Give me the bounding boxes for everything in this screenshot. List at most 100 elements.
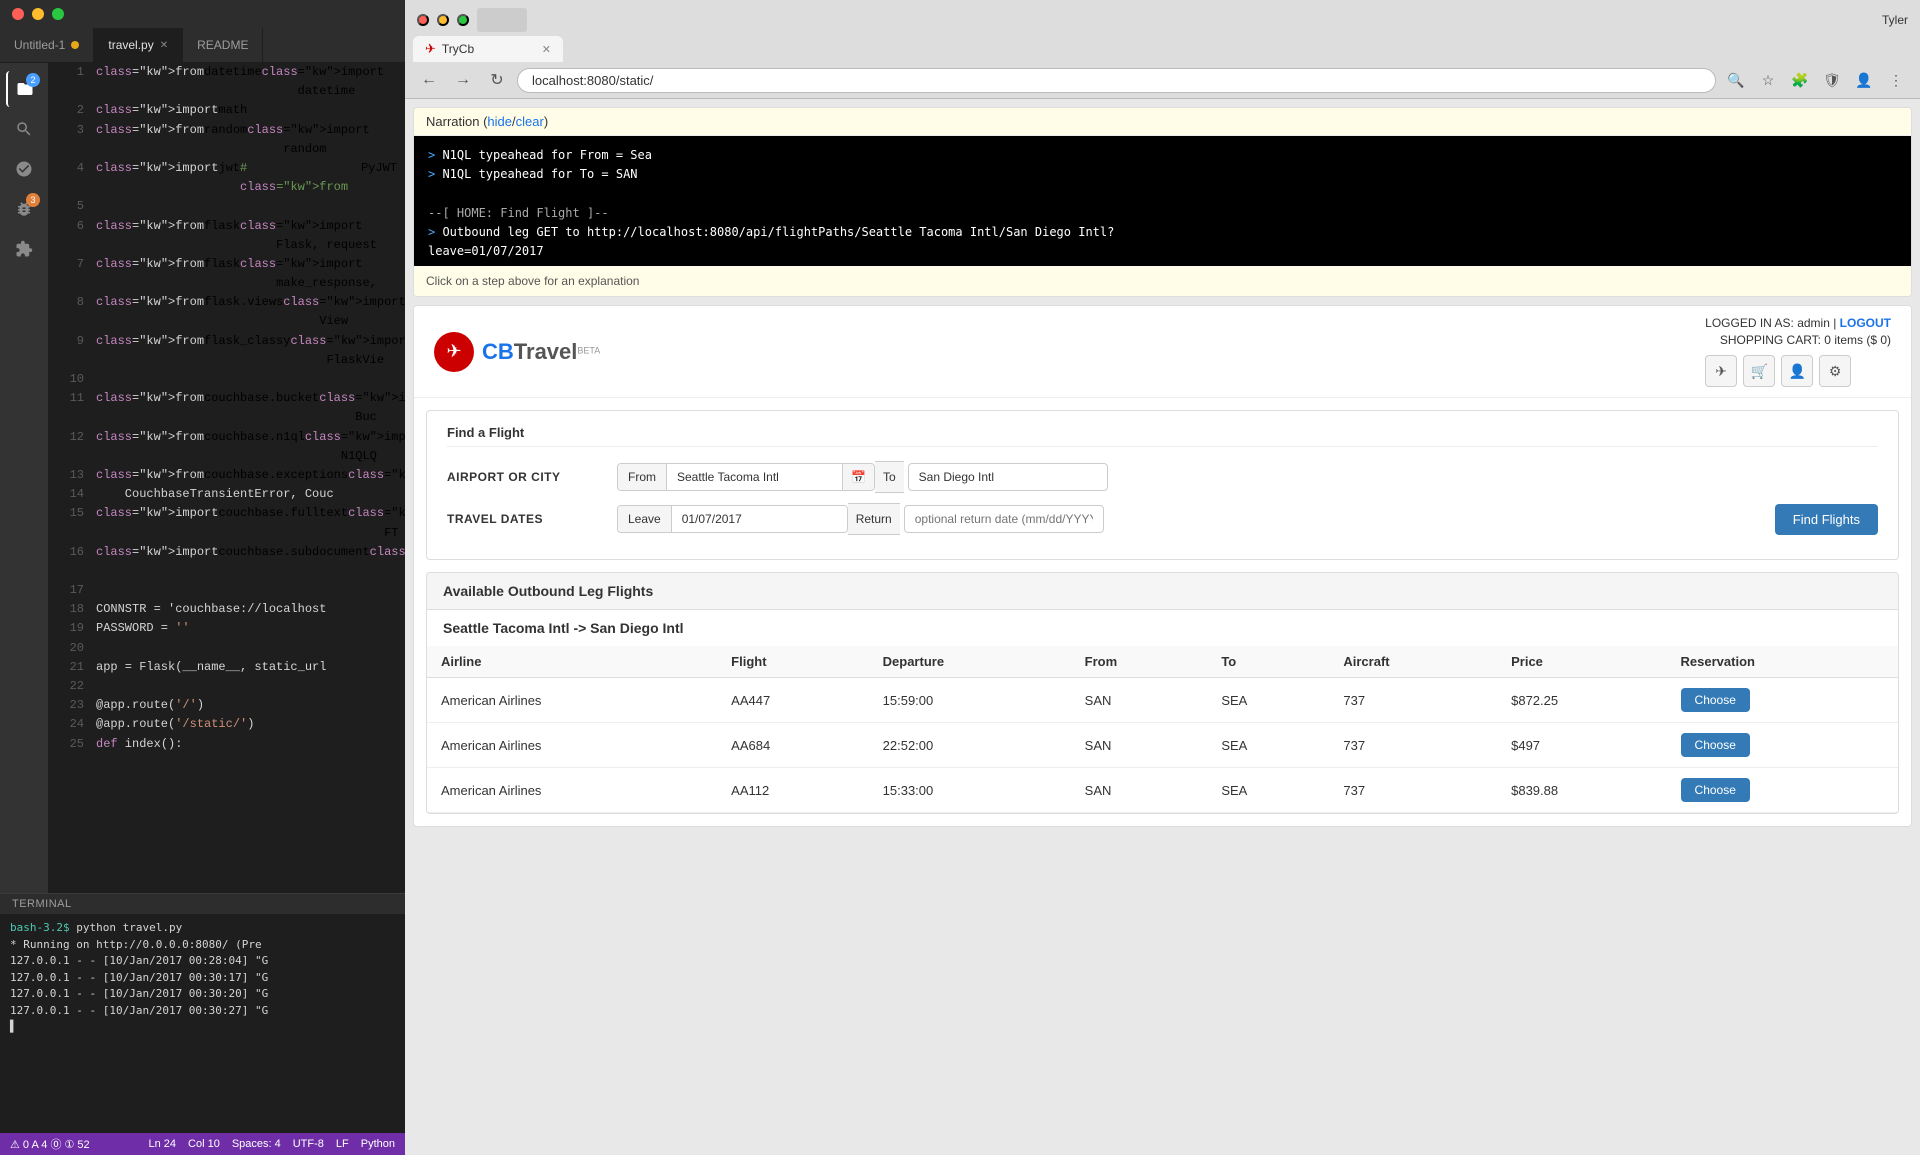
terminal-body[interactable]: bash-3.2$ python travel.py * Running on … <box>0 914 405 1042</box>
code-line: 18 CONNSTR = 'couchbase://localhost <box>48 600 405 619</box>
browser-navbar: ← → ↻ 🔍 ☆ 🧩 🛡 👤 ⋮ <box>405 62 1920 99</box>
tab-readme[interactable]: README <box>183 28 263 62</box>
browser-content[interactable]: Narration (hide/clear) > N1QL typeahead … <box>405 99 1920 1155</box>
search-icon[interactable] <box>6 111 42 147</box>
logo-icon: ✈ <box>434 332 474 372</box>
browser-back-btn[interactable]: ← <box>415 66 443 94</box>
line-number: 8 <box>56 293 84 331</box>
travel-dates-label: TRAVEL DATES <box>447 512 607 526</box>
debug-icon[interactable]: 3 <box>6 191 42 227</box>
narration-label: Narration ( <box>426 114 487 129</box>
cell-price: $497 <box>1497 723 1666 768</box>
browser-username: Tyler <box>1882 13 1908 27</box>
narration-clear-link[interactable]: clear <box>516 114 544 129</box>
from-input[interactable] <box>667 464 842 490</box>
extension-icon-btn[interactable]: 🧩 <box>1786 66 1814 94</box>
tab-dirty-indicator <box>71 41 79 49</box>
line-content: class="kw">import <box>96 543 218 581</box>
terminal-line: bash-3.2$ python travel.py <box>10 920 395 937</box>
browser-window-controls <box>417 14 469 26</box>
explorer-icon[interactable]: 2 <box>6 71 42 107</box>
git-icon[interactable] <box>6 151 42 187</box>
code-line: 24@app.route('/static/') <box>48 715 405 734</box>
code-line: 15class="kw">import couchbase.fulltext c… <box>48 504 405 542</box>
bookmark-icon-btn[interactable]: ☆ <box>1754 66 1782 94</box>
activity-bar: 2 3 <box>0 63 48 893</box>
narration-line: leave=01/07/2017 <box>428 242 1897 261</box>
col-flight: Flight <box>717 646 868 678</box>
code-line: 1class="kw">from datetime class="kw">imp… <box>48 63 405 101</box>
line-number: 21 <box>56 658 84 677</box>
line-content: class="kw">from <box>96 389 204 427</box>
flight-icon-btn[interactable]: ✈ <box>1705 355 1737 387</box>
logged-in-text: LOGGED IN AS: admin | LOGOUT <box>1705 316 1891 330</box>
code-editor[interactable]: 1class="kw">from datetime class="kw">imp… <box>48 63 405 893</box>
choose-button[interactable]: Choose <box>1681 778 1750 802</box>
browser-tab-trycb[interactable]: ✈ TryCb ✕ <box>413 36 563 62</box>
profile-icon-btn[interactable]: 👤 <box>1850 66 1878 94</box>
from-calendar-icon[interactable]: 📅 <box>842 464 874 490</box>
shield-icon-btn[interactable]: 🛡 <box>1818 66 1846 94</box>
menu-icon-btn[interactable]: ⋮ <box>1882 66 1910 94</box>
window-max-btn[interactable] <box>52 8 64 20</box>
terminal-line: 127.0.0.1 - - [10/Jan/2017 00:30:17] "G <box>10 970 395 987</box>
narration-hide-link[interactable]: hide <box>487 114 512 129</box>
choose-button[interactable]: Choose <box>1681 688 1750 712</box>
browser-refresh-btn[interactable]: ↻ <box>483 66 511 94</box>
return-separator: Return <box>848 503 900 535</box>
status-line: Ln 24 <box>148 1138 176 1150</box>
status-encoding: UTF-8 <box>293 1138 324 1150</box>
cell-aircraft: 737 <box>1329 678 1497 723</box>
extensions-icon[interactable] <box>6 231 42 267</box>
logo-travel: Travel <box>514 339 578 364</box>
table-row: American Airlines AA684 22:52:00 SAN SEA… <box>427 723 1898 768</box>
to-input[interactable] <box>908 463 1108 491</box>
logout-link[interactable]: LOGOUT <box>1840 316 1891 330</box>
code-line: 5 <box>48 197 405 216</box>
line-content: CONNSTR = 'couchbase://localhost <box>96 600 326 619</box>
cart-icon-btn[interactable]: 🛒 <box>1743 355 1775 387</box>
code-line: 23@app.route('/') <box>48 696 405 715</box>
results-route: Seattle Tacoma Intl -> San Diego Intl <box>427 610 1898 646</box>
user-icon-btn[interactable]: 👤 <box>1781 355 1813 387</box>
tab-untitled[interactable]: Untitled-1 <box>0 28 94 62</box>
line-number: 23 <box>56 696 84 715</box>
status-language: Python <box>361 1138 395 1150</box>
code-line: 20 <box>48 639 405 658</box>
airport-row: AIRPORT OR CITY From 📅 To <box>447 461 1878 493</box>
choose-button[interactable]: Choose <box>1681 733 1750 757</box>
search-icon-btn[interactable]: 🔍 <box>1722 66 1750 94</box>
line-number: 6 <box>56 217 84 255</box>
line-number: 18 <box>56 600 84 619</box>
browser-tab-row: ✈ TryCb ✕ <box>405 36 1920 62</box>
term-cmd: python travel.py <box>76 921 182 934</box>
leave-input[interactable] <box>672 506 847 532</box>
browser-max-btn[interactable] <box>457 14 469 26</box>
line-number: 1 <box>56 63 84 101</box>
flights-table-head: Airline Flight Departure From To Aircraf… <box>427 646 1898 678</box>
line-number: 15 <box>56 504 84 542</box>
window-close-btn[interactable] <box>12 8 24 20</box>
col-from: From <box>1071 646 1208 678</box>
col-airline: Airline <box>427 646 717 678</box>
browser-forward-btn[interactable]: → <box>449 66 477 94</box>
header-icon-group: ✈ 🛒 👤 ⚙ <box>1705 355 1891 387</box>
return-input[interactable] <box>904 505 1104 533</box>
tab-travel-close[interactable]: ✕ <box>160 40 168 51</box>
dates-row: TRAVEL DATES Leave Return Find Flights <box>447 503 1878 535</box>
url-bar[interactable] <box>517 68 1716 93</box>
narration-line: > Outbound leg GET to http://localhost:8… <box>428 223 1897 242</box>
editor-tab-bar: Untitled-1 travel.py ✕ README <box>0 28 405 63</box>
narration-header: Narration (hide/clear) <box>414 108 1911 136</box>
settings-icon-btn[interactable]: ⚙ <box>1819 355 1851 387</box>
browser-close-btn[interactable] <box>417 14 429 26</box>
browser-min-btn[interactable] <box>437 14 449 26</box>
app-header: ✈ CBTravelBETA LOGGED IN AS: admin | LOG… <box>414 306 1911 398</box>
browser-tab-close[interactable]: ✕ <box>542 43 551 56</box>
window-min-btn[interactable] <box>32 8 44 20</box>
cell-airline: American Airlines <box>427 723 717 768</box>
line-content <box>96 370 103 389</box>
col-reservation: Reservation <box>1667 646 1898 678</box>
tab-travel-py[interactable]: travel.py ✕ <box>94 28 183 62</box>
find-flights-button[interactable]: Find Flights <box>1775 504 1878 535</box>
